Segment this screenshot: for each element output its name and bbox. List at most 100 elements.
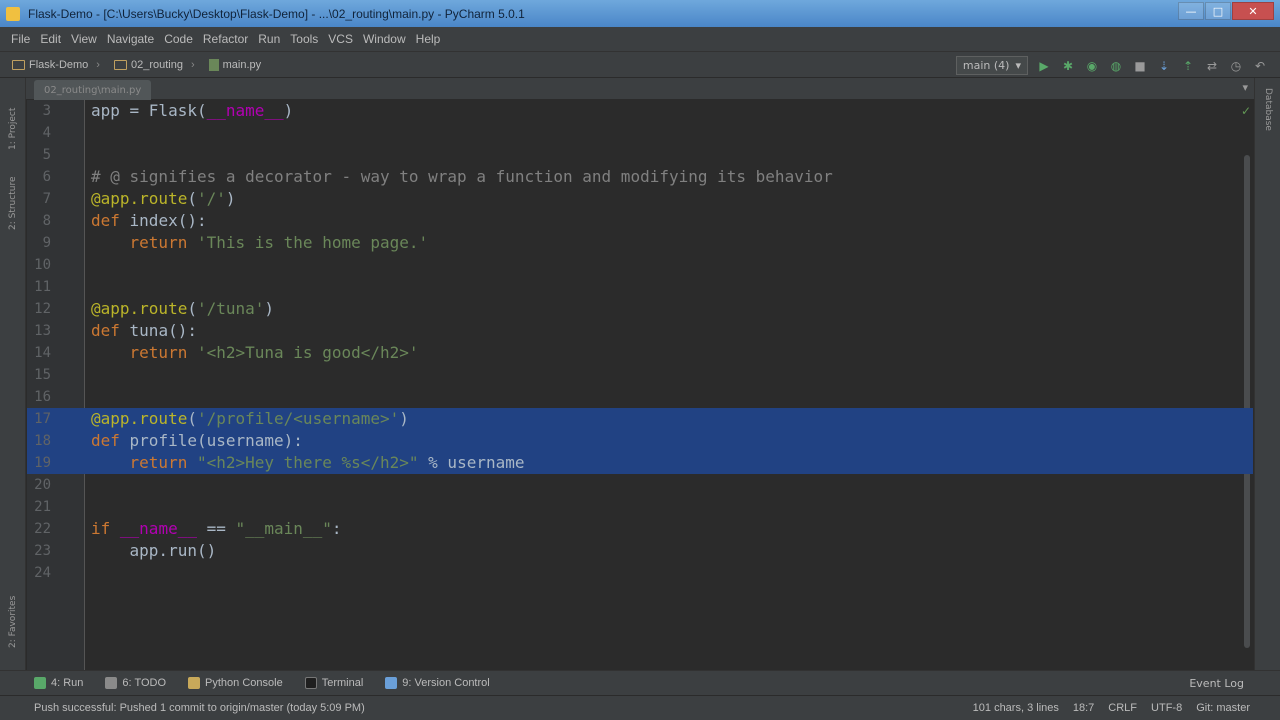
breadcrumb-label: 02_routing — [130, 58, 183, 71]
code-text: def tuna(): — [91, 321, 197, 340]
menu-file[interactable]: File — [6, 32, 35, 46]
code-line[interactable]: 12 @app.route('/tuna') — [27, 298, 1253, 320]
code-line[interactable]: 5 — [27, 144, 1253, 166]
code-line[interactable]: 3 app = Flask(__name__) — [27, 100, 1253, 122]
project-panel-tab[interactable]: 1: Project — [8, 108, 18, 150]
event-log-label: Event Log — [1189, 677, 1244, 690]
line-number: 9 — [42, 235, 51, 251]
menu-help[interactable]: Help — [411, 32, 446, 46]
status-message: Push successful: Pushed 1 commit to orig… — [34, 702, 365, 714]
code-line[interactable]: 11 — [27, 276, 1253, 298]
line-number: 7 — [42, 191, 51, 207]
line-number: 3 — [42, 103, 51, 119]
code-line[interactable]: 22 if __name__ == "__main__": — [27, 518, 1253, 540]
line-number: 13 — [34, 323, 51, 339]
menu-edit[interactable]: Edit — [35, 32, 66, 46]
menu-run[interactable]: Run — [253, 32, 285, 46]
line-number: 4 — [42, 125, 51, 141]
selection-info: 101 chars, 3 lines — [972, 702, 1059, 714]
vcs-revert-icon[interactable]: ↶ — [1252, 58, 1268, 74]
line-number: 10 — [34, 257, 51, 273]
vcs-update-icon[interactable]: ⇣ — [1156, 58, 1172, 74]
code-line[interactable]: 17 @app.route('/profile/<username>') — [27, 408, 1253, 430]
tool-window-label: 9: Version Control — [402, 677, 490, 689]
breadcrumb-file[interactable]: main.py — [208, 58, 261, 71]
left-tool-strip: 1: Project 2: Structure 2: Favorites — [0, 78, 26, 670]
breadcrumb-folder[interactable]: 02_routing › — [113, 58, 195, 71]
version-control-button[interactable]: 9: Version Control — [385, 677, 490, 689]
favorites-panel-tab[interactable]: 2: Favorites — [8, 596, 18, 648]
git-branch[interactable]: Git: master — [1196, 702, 1250, 714]
file-encoding[interactable]: UTF-8 — [1151, 702, 1182, 714]
python-console-button[interactable]: Python Console — [188, 677, 283, 689]
run-config-label: main (4) — [962, 59, 1010, 72]
chevron-right-icon: › — [190, 58, 195, 71]
coverage-icon[interactable]: ◉ — [1084, 58, 1100, 74]
code-line[interactable]: 23 app.run() — [27, 540, 1253, 562]
code-line[interactable]: 15 — [27, 364, 1253, 386]
stop-icon[interactable]: ■ — [1132, 58, 1148, 74]
line-number: 22 — [34, 521, 51, 537]
editor-tab-main-py[interactable]: 02_routing\main.py — [34, 80, 152, 100]
code-line[interactable]: 8 def index(): — [27, 210, 1253, 232]
vcs-commit-icon[interactable]: ⇡ — [1180, 58, 1196, 74]
menu-refactor[interactable]: Refactor — [198, 32, 253, 46]
code-text: # @ signifies a decorator - way to wrap … — [91, 167, 833, 186]
code-editor[interactable]: ✓ 3 app = Flask(__name__) 4 5 6 # @ signifies… — [27, 100, 1253, 670]
code-line[interactable]: 20 — [27, 474, 1253, 496]
profile-icon[interactable]: ◍ — [1108, 58, 1124, 74]
code-line[interactable]: 9 return 'This is the home page.' — [27, 232, 1253, 254]
code-line[interactable]: 16 — [27, 386, 1253, 408]
right-tool-strip: Database — [1254, 78, 1280, 670]
todo-icon — [105, 677, 118, 689]
code-line[interactable]: 4 — [27, 122, 1253, 144]
code-line[interactable]: 13 def tuna(): — [27, 320, 1253, 342]
code-line[interactable]: 21 — [27, 496, 1253, 518]
menu-code[interactable]: Code — [159, 32, 198, 46]
debug-icon[interactable]: ✱ — [1060, 58, 1076, 74]
code-text: if __name__ == "__main__": — [91, 519, 342, 538]
minimize-button[interactable]: — — [1178, 2, 1204, 20]
tool-window-bar: 4: Run 6: TODO Python Console Terminal 9… — [0, 670, 1280, 695]
breadcrumb-project[interactable]: Flask-Demo › — [12, 59, 100, 71]
code-line[interactable]: 14 return '<h2>Tuna is good</h2>' — [27, 342, 1253, 364]
code-line[interactable]: 10 — [27, 254, 1253, 276]
python-console-icon — [188, 677, 201, 689]
line-number: 24 — [34, 565, 51, 581]
code-line[interactable]: 7 @app.route('/') — [27, 188, 1253, 210]
menu-vcs[interactable]: VCS — [323, 32, 358, 46]
tool-window-label: 4: Run — [51, 677, 84, 689]
caret-position[interactable]: 18:7 — [1073, 702, 1094, 714]
run-config-dropdown[interactable]: main (4) ▾ — [955, 56, 1028, 75]
tab-menu-icon[interactable]: ▾ — [1242, 81, 1248, 94]
database-panel-tab[interactable]: Database — [1263, 88, 1273, 131]
menu-tools[interactable]: Tools — [285, 32, 323, 46]
code-text: return '<h2>Tuna is good</h2>' — [129, 343, 419, 362]
code-line[interactable]: 24 — [27, 562, 1253, 584]
line-number: 15 — [34, 367, 51, 383]
code-line[interactable]: 18 def profile(username): — [27, 430, 1253, 452]
close-button[interactable]: ✕ — [1232, 2, 1274, 20]
structure-panel-tab[interactable]: 2: Structure — [8, 177, 18, 231]
tool-window-label: 6: TODO — [122, 677, 167, 689]
todo-tool-button[interactable]: 6: TODO — [105, 677, 166, 689]
window-title: Flask-Demo - [C:\Users\Bucky\Desktop\Fla… — [28, 6, 525, 21]
run-icon[interactable]: ▶ — [1036, 58, 1052, 74]
vcs-history-icon[interactable]: ◷ — [1228, 58, 1244, 74]
line-number: 5 — [42, 147, 51, 163]
line-number: 19 — [34, 455, 51, 471]
line-separator[interactable]: CRLF — [1108, 702, 1137, 714]
vcs-compare-icon[interactable]: ⇄ — [1204, 58, 1220, 74]
menu-view[interactable]: View — [66, 32, 102, 46]
menu-window[interactable]: Window — [358, 32, 411, 46]
code-line[interactable]: 6 # @ signifies a decorator - way to wrap… — [27, 166, 1253, 188]
event-log-button[interactable]: Event Log — [1189, 677, 1244, 690]
tool-window-label: Python Console — [205, 677, 283, 689]
run-tool-button[interactable]: 4: Run — [34, 677, 83, 689]
menu-navigate[interactable]: Navigate — [102, 32, 159, 46]
code-text: @app.route('/') — [91, 189, 236, 208]
terminal-button[interactable]: Terminal — [304, 677, 363, 689]
code-line[interactable]: 19 return "<h2>Hey there %s</h2>" % user… — [27, 452, 1253, 474]
maximize-button[interactable]: □ — [1205, 2, 1231, 20]
line-number: 11 — [34, 279, 51, 295]
